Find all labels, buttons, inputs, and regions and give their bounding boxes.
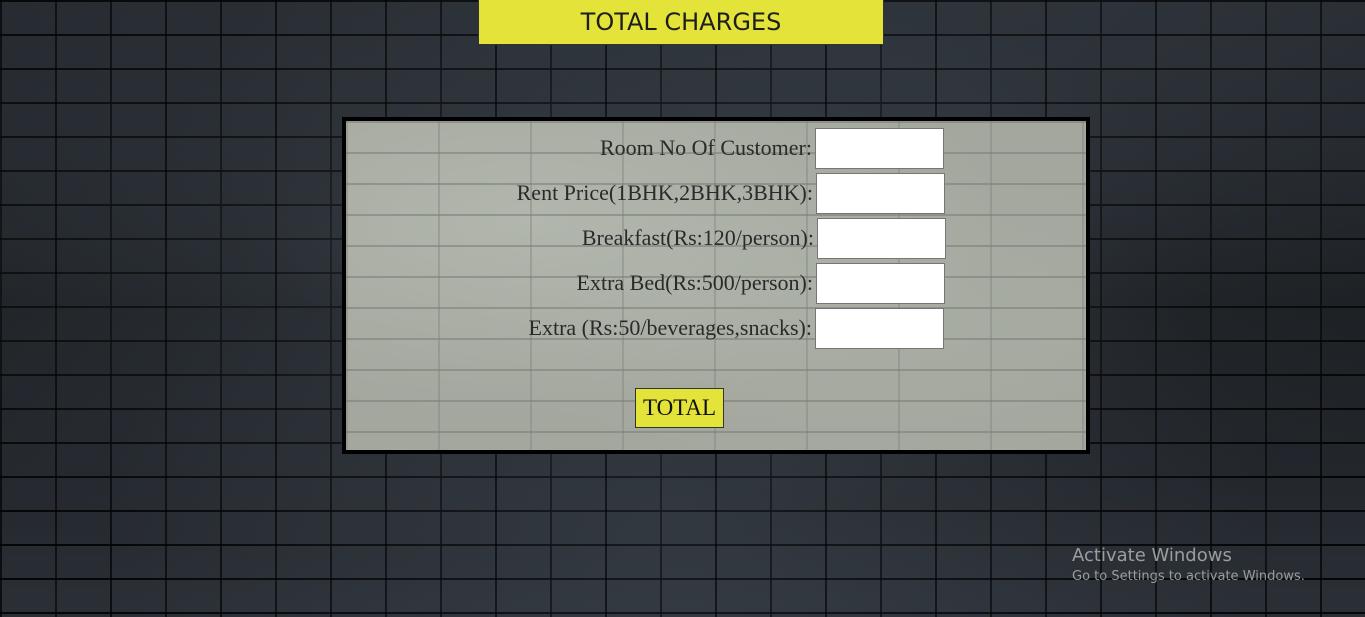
rent-price-row: Rent Price(1BHK,2BHK,3BHK):: [346, 173, 813, 213]
extra-snacks-row: Extra (Rs:50/beverages,snacks):: [346, 308, 812, 348]
breakfast-input[interactable]: [817, 218, 946, 259]
rent-price-input[interactable]: [816, 173, 945, 214]
watermark-subtitle: Go to Settings to activate Windows.: [1072, 569, 1305, 584]
breakfast-label: Breakfast(Rs:120/person):: [581, 225, 814, 250]
room-no-row: Room No Of Customer:: [346, 128, 812, 168]
charges-form: Room No Of Customer: Rent Price(1BHK,2BH…: [342, 117, 1090, 454]
activate-windows-watermark: Activate Windows Go to Settings to activ…: [1072, 545, 1305, 587]
rent-price-label: Rent Price(1BHK,2BHK,3BHK):: [516, 180, 813, 205]
extra-bed-input[interactable]: [816, 263, 945, 304]
extra-snacks-label: Extra (Rs:50/beverages,snacks):: [528, 315, 812, 340]
watermark-title: Activate Windows: [1072, 545, 1232, 566]
total-button[interactable]: TOTAL: [635, 388, 724, 428]
extra-bed-label: Extra Bed(Rs:500/person):: [576, 270, 813, 295]
breakfast-row: Breakfast(Rs:120/person):: [346, 218, 814, 258]
extra-bed-row: Extra Bed(Rs:500/person):: [346, 263, 813, 303]
room-no-label: Room No Of Customer:: [599, 135, 812, 160]
extra-snacks-input[interactable]: [815, 308, 944, 349]
room-no-input[interactable]: [815, 128, 944, 169]
page-title-banner: TOTAL CHARGES: [478, 0, 884, 45]
page-title: TOTAL CHARGES: [580, 8, 782, 36]
